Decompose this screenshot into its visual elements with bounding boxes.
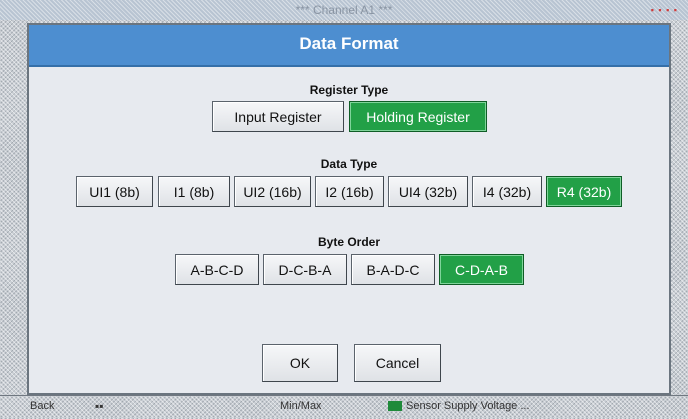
data-type-label: Data Type [320,157,378,171]
data-type-ui2-button[interactable]: UI2 (16b) [234,176,311,207]
dialog-body: Data Format Register Type Input Register… [29,25,669,393]
data-type-i2-button[interactable]: I2 (16b) [315,176,384,207]
background-title-bar: *** Channel A1 *** ▪ ▪ ▪ ▪ [0,0,688,20]
byte-order-label: Byte Order [317,235,381,249]
byte-order-abcd-button[interactable]: A-B-C-D [175,254,259,285]
holding-register-button[interactable]: Holding Register [349,101,487,132]
ok-button[interactable]: OK [262,344,338,382]
data-format-dialog: Data Format Register Type Input Register… [27,23,671,395]
status-indicator-icon: ▪ ▪ ▪ ▪ [650,5,678,15]
status-led-icon [388,401,402,412]
dialog-title: Data Format [29,25,669,67]
background-back-button: Back [30,400,55,412]
cancel-button[interactable]: Cancel [354,344,441,382]
background-bottom-bar: Back ▪▪ Min/Max Sensor Supply Voltage ..… [0,395,688,419]
data-type-i4-button[interactable]: I4 (32b) [472,176,542,207]
byte-order-cdab-button[interactable]: C-D-A-B [439,254,524,285]
register-type-label: Register Type [309,83,389,97]
background-minmax-button: Min/Max [280,400,322,412]
background-more-icon: ▪▪ [95,399,104,413]
byte-order-dcba-button[interactable]: D-C-B-A [263,254,347,285]
data-type-r4-button[interactable]: R4 (32b) [546,176,622,207]
data-type-i1-button[interactable]: I1 (8b) [158,176,230,207]
input-register-button[interactable]: Input Register [212,101,344,132]
background-title: *** Channel A1 *** [295,3,393,17]
data-type-ui1-button[interactable]: UI1 (8b) [76,176,153,207]
background-status: Sensor Supply Voltage ... [388,400,530,412]
data-type-ui4-button[interactable]: UI4 (32b) [388,176,468,207]
background-status-text: Sensor Supply Voltage ... [406,400,530,412]
byte-order-badc-button[interactable]: B-A-D-C [351,254,435,285]
